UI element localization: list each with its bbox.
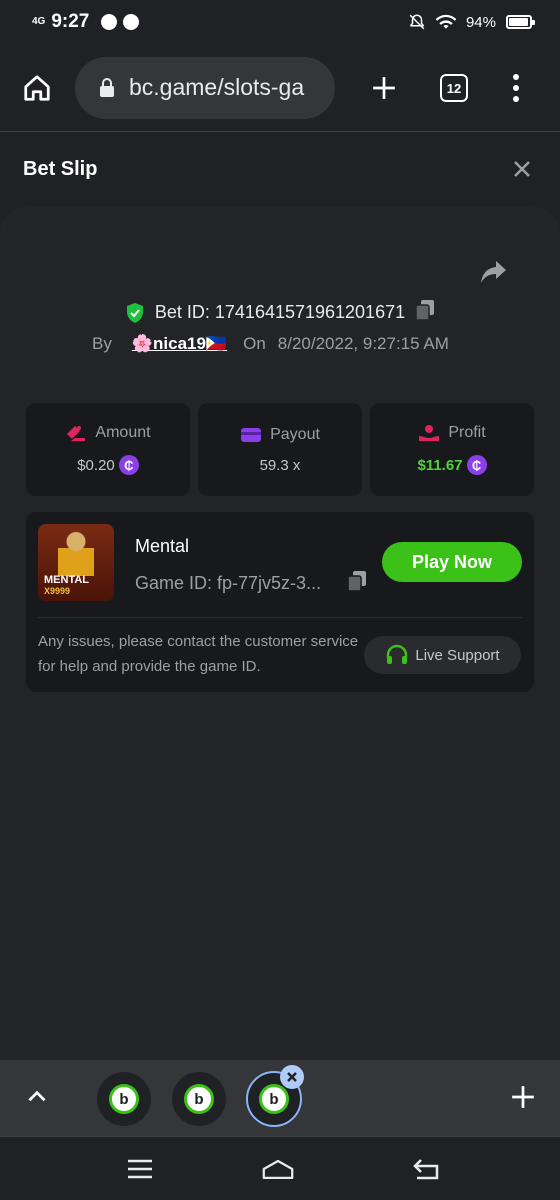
profit-stat: Profit $11.67 ₵ — [370, 403, 534, 496]
recents-icon — [128, 1159, 152, 1179]
amount-stat: Amount $0.20 ₵ — [26, 403, 190, 496]
network-indicator: 4G — [32, 16, 46, 27]
recents-button[interactable] — [124, 1153, 156, 1185]
amount-icon — [67, 426, 86, 441]
plus-icon — [373, 77, 395, 99]
by-label: By — [92, 334, 112, 353]
back-icon — [413, 1159, 439, 1180]
menu-dot-icon — [513, 85, 519, 91]
copy-icon — [415, 300, 435, 321]
share-icon — [481, 261, 506, 283]
game-id-row: Game ID: fp-77jv5z-3... — [135, 570, 367, 597]
game-id: Game ID: fp-77jv5z-3... — [135, 573, 322, 593]
bet-id: Bet ID: 1741641571961201671 — [154, 302, 406, 322]
status-time: 9:27 — [51, 11, 90, 32]
system-nav-bar — [0, 1136, 560, 1200]
tab-switcher-button[interactable]: 12 — [440, 74, 468, 102]
divider — [38, 617, 522, 618]
payout-value: 59.3 x — [259, 456, 301, 474]
bet-datetime: 8/20/2022, 9:27:15 AM — [277, 334, 449, 353]
browser-toolbar: bc.game/slots-ga 12 — [0, 44, 560, 132]
coin-icon: ₵ — [118, 455, 139, 475]
notification-icon — [101, 14, 118, 30]
tab-item[interactable]: b — [97, 1072, 151, 1126]
home-button[interactable] — [15, 66, 59, 110]
bet-meta-row: By 🌸nica19🇵🇭 On 8/20/2022, 9:27:15 AM — [92, 334, 449, 354]
expand-tabs-button[interactable] — [24, 1084, 50, 1110]
game-info-box: MENTAL X9999 Mental Game ID: fp-77jv5z-3… — [26, 512, 534, 692]
home-icon — [24, 74, 50, 101]
profit-icon — [419, 425, 440, 441]
close-button[interactable] — [510, 157, 534, 181]
menu-dot-icon — [513, 74, 519, 80]
overflow-menu-button[interactable] — [503, 66, 529, 110]
play-now-button[interactable]: Play Now — [382, 542, 522, 582]
bet-id-row: Bet ID: 1741641571961201671 — [0, 299, 560, 326]
wifi-icon — [435, 14, 456, 29]
menu-dot-icon — [513, 96, 519, 102]
verified-shield-icon — [126, 302, 143, 323]
battery-icon — [506, 15, 535, 29]
game-name: Mental — [135, 536, 190, 556]
share-button[interactable] — [480, 259, 508, 287]
bet-detail-card: Bet ID: 1741641571961201671 By 🌸nica19🇵🇭… — [0, 207, 560, 1060]
home-outline-icon — [262, 1159, 294, 1179]
amount-value: $0.20 — [77, 456, 115, 474]
strip-new-tab-button[interactable] — [510, 1084, 536, 1110]
close-icon — [514, 161, 530, 177]
live-support-label: Live Support — [415, 646, 500, 664]
notification-icon-2 — [123, 14, 140, 30]
lock-icon — [100, 77, 114, 97]
headset-icon — [387, 644, 408, 664]
mute-icon — [409, 14, 425, 30]
battery-percent: 94% — [465, 13, 496, 31]
copy-bet-id-button[interactable] — [415, 299, 435, 326]
tab-strip: b b b — [0, 1060, 560, 1136]
address-bar[interactable]: bc.game/slots-ga — [75, 56, 335, 119]
payout-label: Payout — [270, 425, 320, 443]
bc-game-logo-icon: b — [109, 1084, 139, 1114]
on-label: On — [243, 334, 266, 353]
close-icon — [287, 1072, 297, 1082]
username-link[interactable]: 🌸nica19🇵🇭 — [132, 334, 227, 354]
bet-slip-header: Bet Slip — [0, 133, 560, 205]
coin-icon: ₵ — [466, 455, 487, 475]
payout-stat: Payout 59.3 x — [198, 403, 362, 496]
back-button[interactable] — [410, 1153, 442, 1185]
thumb-subtitle: X9999 — [44, 586, 71, 596]
payout-icon — [241, 427, 262, 442]
plus-icon — [512, 1086, 534, 1108]
tab-item[interactable]: b — [172, 1072, 226, 1126]
profit-value: $11.67 — [417, 456, 463, 474]
game-thumbnail[interactable]: MENTAL X9999 — [38, 524, 114, 601]
stats-row: Amount $0.20 ₵ Payout 59.3 x Profit $11.… — [26, 403, 534, 496]
bc-game-logo-icon: b — [184, 1084, 214, 1114]
support-note: Any issues, please contact the customer … — [38, 633, 359, 675]
page-title: Bet Slip — [23, 157, 98, 180]
close-tab-button[interactable] — [280, 1065, 304, 1089]
live-support-button[interactable]: Live Support — [364, 636, 521, 674]
copy-game-id-button[interactable] — [347, 570, 367, 597]
system-home-button[interactable] — [262, 1153, 294, 1185]
url-text: bc.game/slots-ga — [129, 74, 305, 100]
status-bar: 4G 9:27 94% — [0, 0, 560, 44]
profit-label: Profit — [448, 424, 486, 441]
amount-label: Amount — [95, 424, 151, 441]
copy-icon — [347, 571, 366, 592]
bc-game-logo-icon: b — [259, 1084, 289, 1114]
new-tab-button[interactable] — [364, 66, 404, 110]
chevron-up-icon — [28, 1090, 46, 1102]
thumb-title: MENTAL — [44, 574, 90, 586]
